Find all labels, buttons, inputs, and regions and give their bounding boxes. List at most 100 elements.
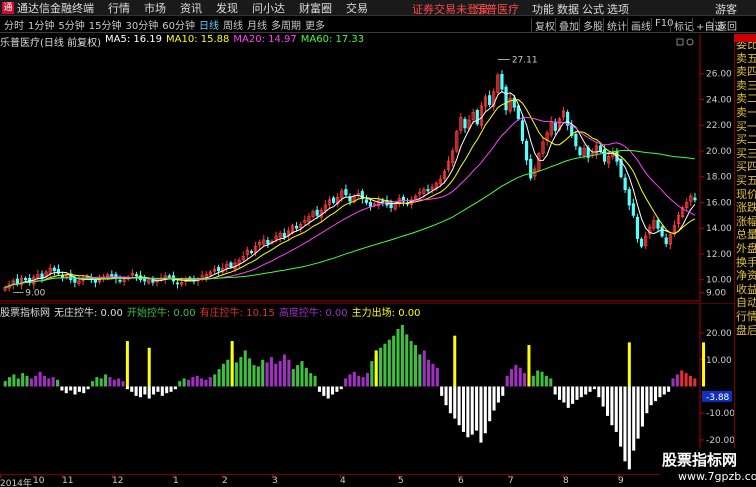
indicator-bar [234, 362, 239, 387]
indicator-bar [186, 379, 191, 387]
candle [504, 86, 508, 111]
indicator-bar [540, 371, 544, 387]
date-axis-tick [173, 475, 174, 478]
indicator-bar [579, 386, 583, 398]
price-tick-label: 20.00 [706, 147, 732, 157]
tool-tongji[interactable]: 统计 [603, 18, 627, 33]
indicator-bar [86, 386, 90, 390]
guest-user[interactable]: 游客 [715, 1, 737, 17]
candle [500, 73, 504, 90]
indicator-bar [261, 359, 265, 387]
period-fenshi[interactable]: 分时 [4, 17, 24, 32]
candle [282, 232, 286, 238]
menu-xuanxiang[interactable]: 选项 [607, 1, 629, 17]
side-panel-label: 行情 [736, 310, 756, 323]
side-panel-label: 收益 [736, 282, 756, 296]
candle [520, 120, 525, 142]
indicator-bar [514, 365, 518, 387]
menu-hangqing[interactable]: 行情 [108, 0, 130, 16]
candle [426, 189, 430, 192]
menu-wenxiaoda[interactable]: 问小达 [252, 0, 285, 16]
indicator-bar [479, 386, 483, 443]
tool-duogu[interactable]: 多股 [579, 18, 603, 33]
indicator-bar [317, 386, 321, 392]
indicator-bar [470, 386, 474, 435]
period-monthly[interactable]: 月线 [247, 17, 267, 32]
tool-fuquan[interactable]: 复权 [531, 18, 555, 33]
indicator-bar [413, 345, 417, 387]
date-axis-tick [222, 475, 223, 478]
side-panel-header [734, 34, 756, 42]
tool-diejia[interactable]: 叠加 [555, 18, 579, 33]
indicator-bar [448, 386, 452, 414]
indicator-bar [405, 334, 409, 387]
indicator-bar [296, 365, 300, 387]
indicator-bar [365, 373, 369, 387]
indicator-bar [239, 357, 243, 387]
indicator-bar [444, 386, 448, 406]
indicator-bar [8, 377, 12, 387]
indicator-bar [658, 386, 662, 398]
period-daily[interactable]: 日线 [199, 17, 219, 32]
candle [315, 209, 319, 216]
candle [118, 279, 122, 282]
tool-huaxian[interactable]: 画线 [627, 18, 651, 33]
indicator-bar [243, 350, 247, 387]
candle [656, 220, 660, 229]
side-panel-label: 买一 [736, 119, 756, 133]
signal-bar [230, 341, 234, 387]
menu-jiaoyi[interactable]: 交易 [346, 0, 368, 16]
period-5min[interactable]: 5分钟 [58, 17, 84, 32]
tool-back[interactable]: 返回 [713, 18, 737, 33]
date-axis-tick [62, 475, 63, 478]
indicator-bar [352, 371, 356, 387]
period-multi[interactable]: 多周期 [271, 17, 301, 32]
price-tick-label: 22.00 [706, 121, 732, 131]
indicator-bar [601, 386, 605, 407]
menu-gongneng[interactable]: 功能 [532, 1, 554, 17]
indicator-tick-label: -3.88 [706, 393, 730, 403]
tool-biaoji[interactable]: 标记 [670, 18, 694, 33]
indicator-bar [16, 378, 20, 387]
menu-shuju[interactable]: 数据 [557, 1, 579, 17]
high-price-annotation: 27.11 [512, 55, 538, 65]
indicator-bar [248, 358, 252, 387]
period-30min[interactable]: 30分钟 [125, 17, 158, 32]
date-axis-tick [618, 475, 619, 478]
menu-faxian[interactable]: 发现 [216, 0, 238, 16]
indicator-bar [130, 386, 134, 392]
price-chart[interactable]: 9.00 10.00 12.00 14.00 16.00 18.00 20.00 22.00 2… [0, 34, 734, 302]
indicator-tick-label: -20.00 [706, 436, 734, 446]
indicator-bar [204, 379, 208, 387]
indicator-bar [584, 386, 588, 395]
menu-caifuquan[interactable]: 财富圈 [299, 0, 332, 16]
indicator-bar [269, 357, 273, 387]
chart-settings-icon[interactable] [686, 38, 694, 46]
side-panel-label: 净资 [736, 269, 756, 283]
period-1min[interactable]: 1分钟 [28, 17, 54, 32]
indicator-chart[interactable]: 20.0010.00-3.88-10.00-20.00-30.00 [0, 303, 734, 474]
menu-shichang[interactable]: 市场 [144, 0, 166, 16]
current-stock-name: 乐普医疗 [475, 3, 519, 16]
date-axis-label: 11 [62, 476, 74, 486]
indicator-bar [156, 386, 160, 392]
date-axis-tick [508, 475, 509, 478]
menu-gongshi[interactable]: 公式 [582, 1, 604, 17]
indicator-bar [549, 378, 553, 387]
indicator-bar [99, 378, 103, 387]
period-more[interactable]: 更多 [305, 17, 325, 32]
indicator-bar [383, 343, 387, 387]
indicator-bar [466, 386, 470, 438]
period-60min[interactable]: 60分钟 [162, 17, 195, 32]
price-tick-label: 14.00 [706, 224, 732, 234]
indicator-bar [623, 386, 627, 462]
period-weekly[interactable]: 周线 [223, 17, 243, 32]
indicator-bar [492, 386, 496, 411]
indicator-bar [693, 378, 697, 387]
indicator-bar [213, 374, 217, 387]
menu-zixun[interactable]: 资讯 [180, 0, 202, 16]
chart-maximize-icon[interactable] [676, 38, 684, 46]
period-15min[interactable]: 15分钟 [89, 17, 122, 32]
indicator-bar [557, 386, 562, 400]
candle [627, 189, 631, 206]
